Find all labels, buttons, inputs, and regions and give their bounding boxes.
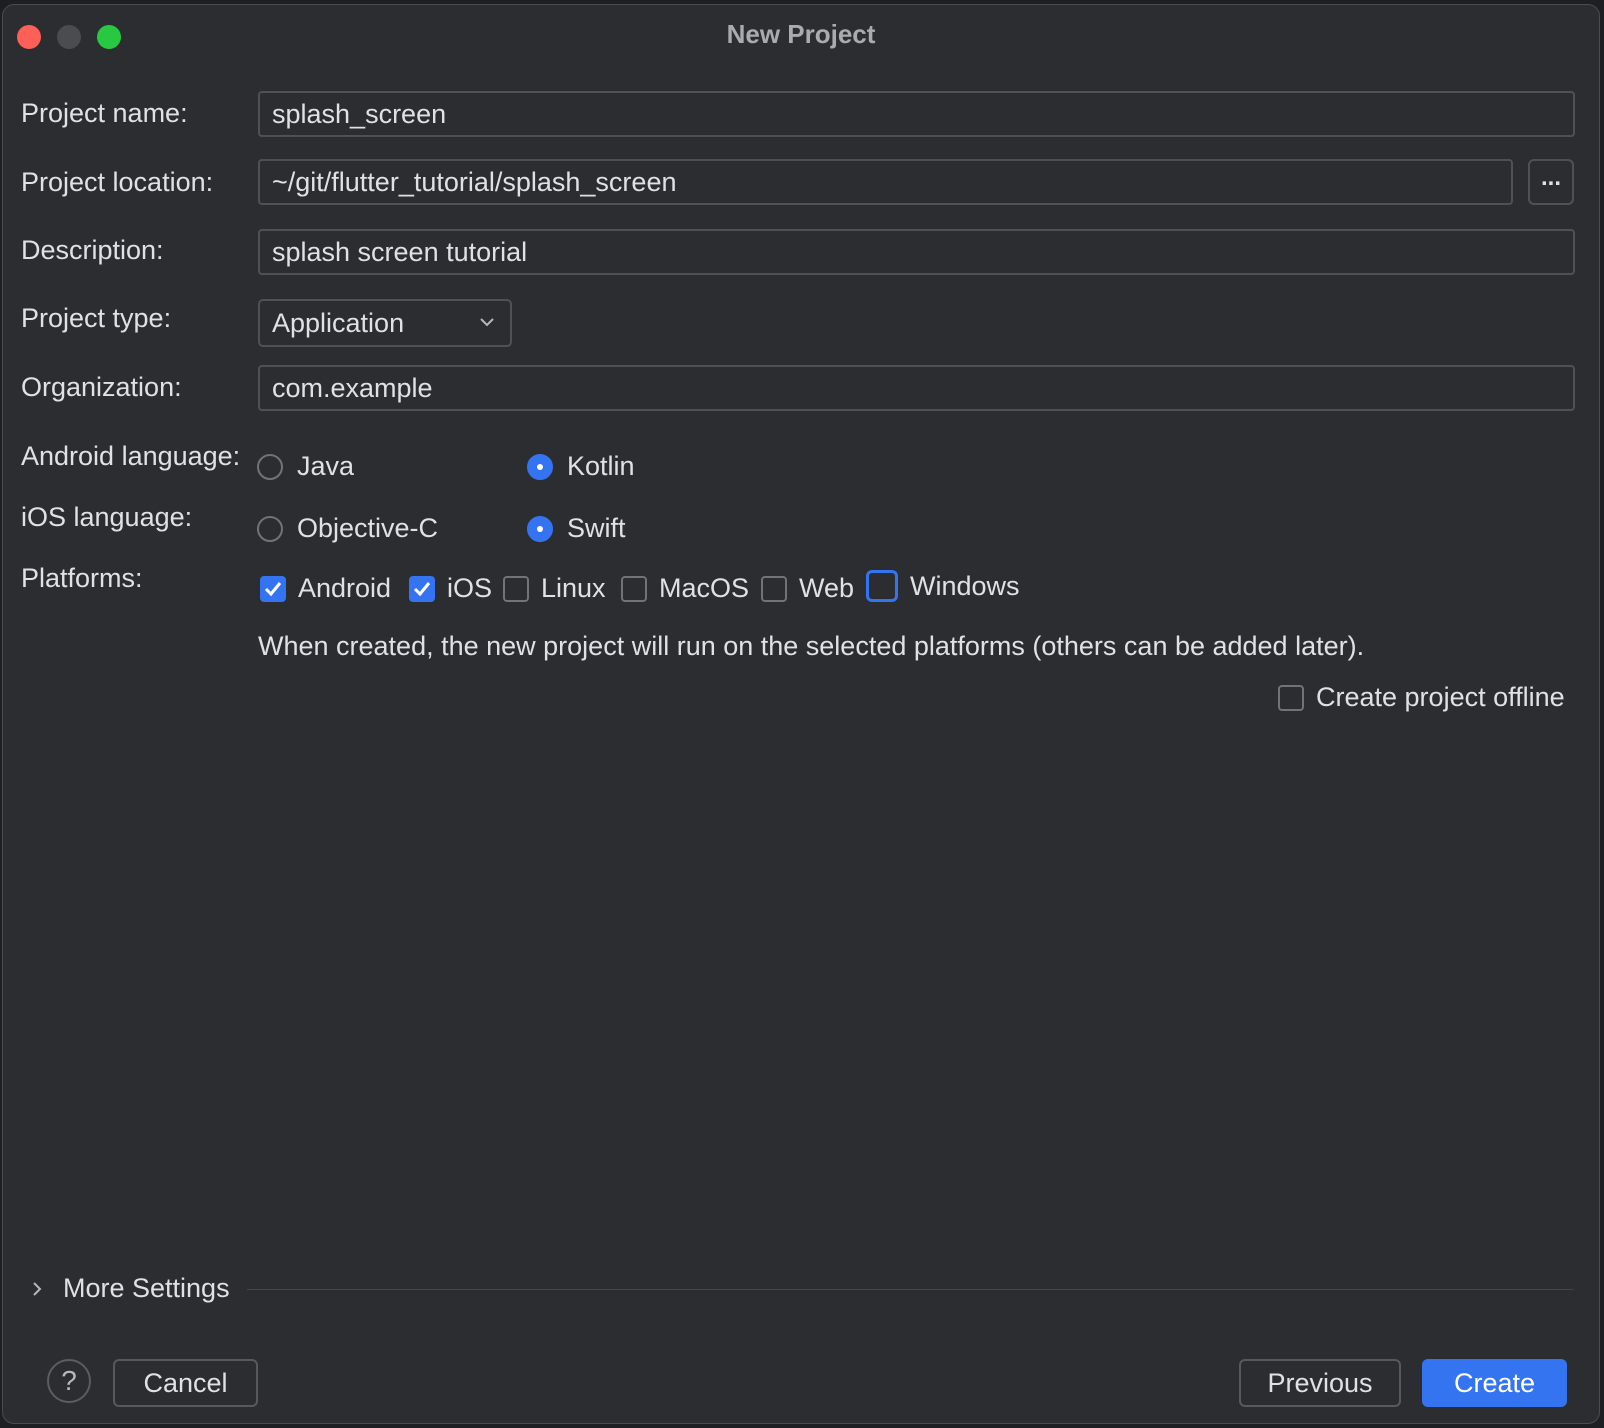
android-checkbox[interactable] (260, 575, 286, 602)
checkmark-icon (413, 581, 431, 596)
browse-location-button[interactable]: ... (1528, 159, 1574, 205)
android-label: Android (298, 573, 392, 603)
swift-label: Swift (567, 513, 626, 543)
android-language-java-option[interactable]: Java (257, 451, 354, 482)
chevron-right-icon (33, 1281, 42, 1296)
project-location-input[interactable]: ~/git/flutter_tutorial/splash_screen (258, 159, 1513, 205)
project-type-dropdown[interactable]: Application (258, 299, 512, 347)
create-offline-checkbox[interactable] (1278, 684, 1304, 711)
organization-label: Organization: (21, 372, 182, 402)
android-language-label: Android language: (21, 441, 241, 471)
ios-checkbox[interactable] (409, 575, 435, 602)
web-label: Web (799, 573, 855, 603)
previous-button[interactable]: Previous (1239, 1359, 1401, 1407)
help-button[interactable]: ? (47, 1359, 91, 1403)
project-name-label: Project name: (21, 98, 188, 128)
ios-language-label: iOS language: (21, 502, 193, 532)
create-button[interactable]: Create (1422, 1359, 1567, 1407)
project-location-label: Project location: (21, 167, 214, 197)
dialog-title: New Project (726, 19, 876, 49)
platform-macos-option[interactable]: MacOS (621, 573, 749, 604)
title-bar: New Project (3, 5, 1599, 61)
description-label: Description: (21, 235, 164, 265)
organization-input[interactable]: com.example (258, 365, 1575, 411)
ios-label: iOS (447, 573, 493, 603)
macos-checkbox[interactable] (621, 575, 647, 602)
platform-linux-option[interactable]: Linux (503, 573, 606, 604)
new-project-dialog: New Project Project name: splash_screen … (2, 4, 1600, 1424)
chevron-down-icon (480, 318, 494, 327)
create-offline-option[interactable]: Create project offline (1278, 682, 1565, 713)
project-type-label: Project type: (21, 303, 172, 333)
objective-c-label: Objective-C (297, 513, 439, 543)
checkmark-icon (264, 581, 282, 596)
kotlin-label: Kotlin (567, 451, 635, 481)
platform-windows-option[interactable]: Windows (866, 570, 1020, 602)
platform-web-option[interactable]: Web (761, 573, 854, 604)
radio-objective-c[interactable] (257, 515, 283, 542)
linux-label: Linux (541, 573, 606, 603)
windows-checkbox[interactable] (866, 570, 898, 602)
create-offline-label: Create project offline (1316, 682, 1565, 712)
project-name-input[interactable]: splash_screen (258, 91, 1575, 137)
radio-java[interactable] (257, 453, 283, 480)
platform-android-option[interactable]: Android (260, 573, 391, 604)
macos-label: MacOS (659, 573, 750, 603)
platforms-label: Platforms: (21, 563, 143, 593)
java-label: Java (297, 451, 355, 481)
platforms-hint: When created, the new project will run o… (258, 631, 1365, 661)
platform-ios-option[interactable]: iOS (409, 573, 492, 604)
android-language-kotlin-option[interactable]: Kotlin (527, 451, 635, 482)
ios-language-swift-option[interactable]: Swift (527, 513, 626, 544)
radio-kotlin[interactable] (527, 453, 553, 480)
windows-label: Windows (910, 570, 1020, 601)
more-settings-divider (247, 1289, 1573, 1290)
web-checkbox[interactable] (761, 575, 787, 602)
radio-swift[interactable] (527, 515, 553, 542)
linux-checkbox[interactable] (503, 575, 529, 602)
description-input[interactable]: splash screen tutorial (258, 229, 1575, 275)
more-settings-toggle[interactable]: More Settings (29, 1273, 230, 1304)
ios-language-objc-option[interactable]: Objective-C (257, 513, 438, 544)
cancel-button[interactable]: Cancel (113, 1359, 258, 1407)
project-type-value: Application (272, 308, 405, 338)
more-settings-label: More Settings (63, 1273, 230, 1303)
